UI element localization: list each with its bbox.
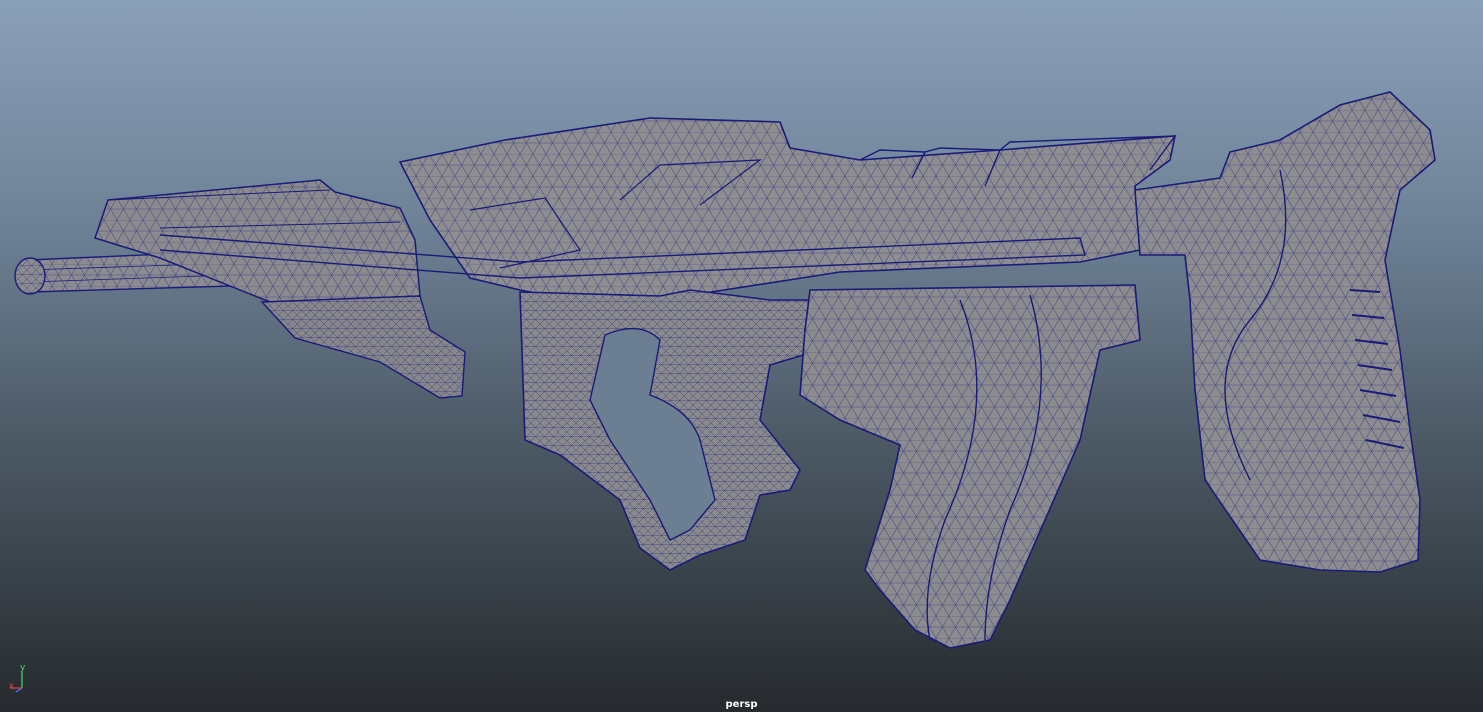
trigger-grip-part bbox=[519, 289, 821, 571]
magazine-part bbox=[799, 284, 1141, 649]
perspective-viewport[interactable]: y x persp bbox=[0, 0, 1483, 712]
x-axis-label: x bbox=[9, 681, 14, 690]
buttstock-part bbox=[1134, 91, 1436, 573]
axis-gizmo: y x bbox=[6, 664, 36, 694]
y-axis-label: y bbox=[20, 663, 26, 673]
foregrip-part bbox=[260, 295, 466, 399]
rifle-wireframe-model[interactable] bbox=[0, 0, 1483, 712]
camera-name-label: persp bbox=[725, 699, 758, 710]
